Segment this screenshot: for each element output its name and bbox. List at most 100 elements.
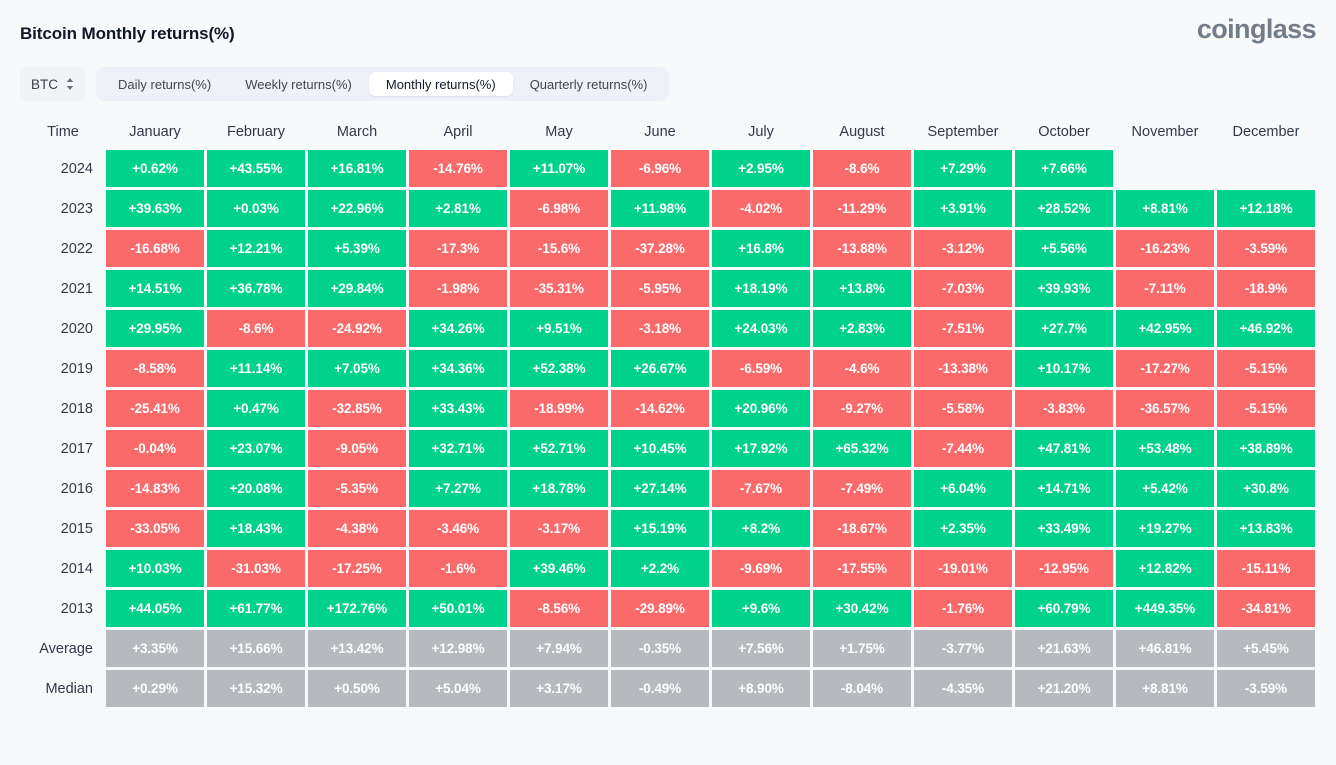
return-cell: +14.51% xyxy=(106,270,204,307)
return-cell: -3.17% xyxy=(510,510,608,547)
return-cell: -7.44% xyxy=(914,430,1012,467)
row-label-2015: 2015 xyxy=(23,510,103,547)
return-cell: +52.38% xyxy=(510,350,608,387)
chevron-up-down-icon xyxy=(65,76,75,92)
row-label-2022: 2022 xyxy=(23,230,103,267)
return-cell: -34.81% xyxy=(1217,590,1315,627)
column-header-august: August xyxy=(813,117,911,147)
tab-weekly-returns[interactable]: Weekly returns(%) xyxy=(228,72,369,96)
monthly-returns-table: TimeJanuaryFebruaryMarchAprilMayJuneJuly… xyxy=(20,114,1318,710)
return-cell: +65.32% xyxy=(813,430,911,467)
return-cell: +7.29% xyxy=(914,150,1012,187)
return-cell: +9.51% xyxy=(510,310,608,347)
return-cell: -3.46% xyxy=(409,510,507,547)
return-cell: -9.05% xyxy=(308,430,406,467)
return-cell: -7.03% xyxy=(914,270,1012,307)
return-cell: +11.14% xyxy=(207,350,305,387)
return-cell: -0.35% xyxy=(611,630,709,667)
return-cell: -29.89% xyxy=(611,590,709,627)
return-cell: +22.96% xyxy=(308,190,406,227)
return-cell: -8.6% xyxy=(813,150,911,187)
return-cell: +33.49% xyxy=(1015,510,1113,547)
return-cell: -24.92% xyxy=(308,310,406,347)
return-cell: -0.49% xyxy=(611,670,709,707)
return-cell: +13.83% xyxy=(1217,510,1315,547)
table-row: 2014+10.03%-31.03%-17.25%-1.6%+39.46%+2.… xyxy=(23,550,1315,587)
return-cell: +32.71% xyxy=(409,430,507,467)
return-cell: +61.77% xyxy=(207,590,305,627)
column-header-november: November xyxy=(1116,117,1214,147)
symbol-selector[interactable]: BTC xyxy=(20,67,86,101)
return-cell: -4.35% xyxy=(914,670,1012,707)
return-cell: +15.66% xyxy=(207,630,305,667)
return-cell: +33.43% xyxy=(409,390,507,427)
column-header-september: September xyxy=(914,117,1012,147)
return-cell: +29.95% xyxy=(106,310,204,347)
table-row: 2022-16.68%+12.21%+5.39%-17.3%-15.6%-37.… xyxy=(23,230,1315,267)
return-cell: +39.46% xyxy=(510,550,608,587)
return-cell: -1.6% xyxy=(409,550,507,587)
return-cell: +60.79% xyxy=(1015,590,1113,627)
row-label-median: Median xyxy=(23,670,103,707)
column-header-july: July xyxy=(712,117,810,147)
column-header-february: February xyxy=(207,117,305,147)
return-cell: +2.2% xyxy=(611,550,709,587)
return-cell: -17.55% xyxy=(813,550,911,587)
table-row: Average+3.35%+15.66%+13.42%+12.98%+7.94%… xyxy=(23,630,1315,667)
return-cell: +30.8% xyxy=(1217,470,1315,507)
return-cell: -25.41% xyxy=(106,390,204,427)
return-cell: +2.81% xyxy=(409,190,507,227)
return-cell: +23.07% xyxy=(207,430,305,467)
return-cell: +16.8% xyxy=(712,230,810,267)
return-cell: +26.67% xyxy=(611,350,709,387)
tab-daily-returns[interactable]: Daily returns(%) xyxy=(101,72,228,96)
return-cell: +3.35% xyxy=(106,630,204,667)
column-header-june: June xyxy=(611,117,709,147)
return-cell: +12.18% xyxy=(1217,190,1315,227)
return-cell: -9.27% xyxy=(813,390,911,427)
table-row: 2024+0.62%+43.55%+16.81%-14.76%+11.07%-6… xyxy=(23,150,1315,187)
return-cell: -12.95% xyxy=(1015,550,1113,587)
return-cell: +19.27% xyxy=(1116,510,1214,547)
table-row: 2023+39.63%+0.03%+22.96%+2.81%-6.98%+11.… xyxy=(23,190,1315,227)
return-cell: -14.76% xyxy=(409,150,507,187)
return-cell: +8.90% xyxy=(712,670,810,707)
return-cell: -1.76% xyxy=(914,590,1012,627)
column-header-april: April xyxy=(409,117,507,147)
return-cell: -0.04% xyxy=(106,430,204,467)
return-cell: +39.63% xyxy=(106,190,204,227)
row-label-2018: 2018 xyxy=(23,390,103,427)
return-cell: -17.3% xyxy=(409,230,507,267)
return-cell: +8.2% xyxy=(712,510,810,547)
return-cell: -32.85% xyxy=(308,390,406,427)
return-cell: +8.81% xyxy=(1116,190,1214,227)
return-cell: +21.63% xyxy=(1015,630,1113,667)
return-cell: +47.81% xyxy=(1015,430,1113,467)
row-label-2016: 2016 xyxy=(23,470,103,507)
return-cell: +50.01% xyxy=(409,590,507,627)
tab-monthly-returns[interactable]: Monthly returns(%) xyxy=(369,72,513,96)
row-label-2019: 2019 xyxy=(23,350,103,387)
table-row: 2017-0.04%+23.07%-9.05%+32.71%+52.71%+10… xyxy=(23,430,1315,467)
row-label-2013: 2013 xyxy=(23,590,103,627)
return-cell: -5.95% xyxy=(611,270,709,307)
return-cell: -3.59% xyxy=(1217,670,1315,707)
row-label-2014: 2014 xyxy=(23,550,103,587)
return-cell: -18.9% xyxy=(1217,270,1315,307)
row-label-average: Average xyxy=(23,630,103,667)
table-body: 2024+0.62%+43.55%+16.81%-14.76%+11.07%-6… xyxy=(23,150,1315,707)
return-cell: +10.17% xyxy=(1015,350,1113,387)
row-label-2020: 2020 xyxy=(23,310,103,347)
return-cell: +5.56% xyxy=(1015,230,1113,267)
return-cell: +6.04% xyxy=(914,470,1012,507)
coinglass-logo: coinglass xyxy=(1197,14,1316,45)
return-cell: +10.45% xyxy=(611,430,709,467)
return-cell: +46.92% xyxy=(1217,310,1315,347)
header-bar: Bitcoin Monthly returns(%) coinglass xyxy=(20,0,1316,62)
return-cell: +449.35% xyxy=(1116,590,1214,627)
tab-quarterly-returns[interactable]: Quarterly returns(%) xyxy=(513,72,665,96)
return-cell: +27.14% xyxy=(611,470,709,507)
return-cell: +21.20% xyxy=(1015,670,1113,707)
return-cell: +34.36% xyxy=(409,350,507,387)
return-cell: +20.08% xyxy=(207,470,305,507)
